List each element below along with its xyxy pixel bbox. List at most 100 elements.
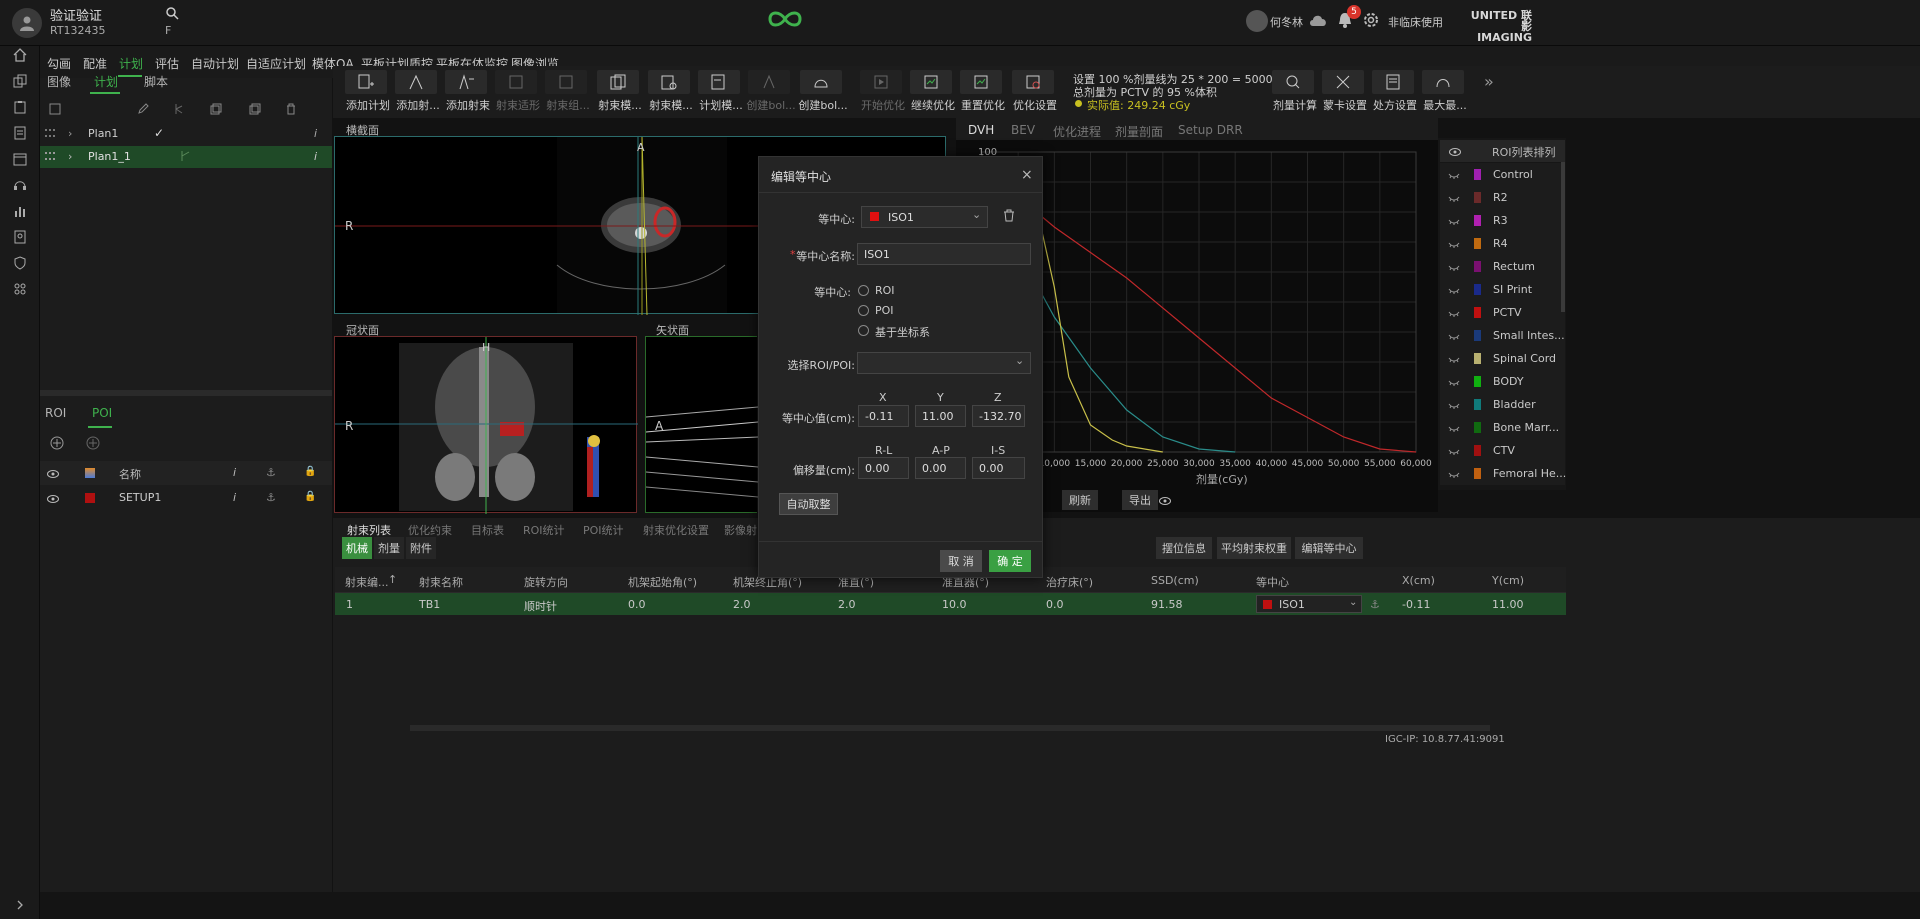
report-icon[interactable] [11, 228, 29, 246]
radio-poi[interactable] [858, 305, 869, 316]
col-ssd[interactable]: SSD(cm) [1151, 574, 1199, 587]
beam-template-button[interactable]: 射束模... [589, 70, 642, 112]
sagittal-viewport[interactable]: A [645, 336, 758, 513]
isocenter-select[interactable]: ISO1 ⌄ [861, 206, 988, 228]
sort-arrow-icon[interactable]: ↑ [388, 573, 397, 586]
avg-beam-weight-button[interactable]: 平均射束权重 [1217, 537, 1291, 559]
shield-icon[interactable] [11, 254, 29, 272]
col-x[interactable]: X(cm) [1402, 574, 1435, 587]
plan-template-button[interactable]: 计划模... [690, 70, 743, 112]
plan-info-icon[interactable]: i [314, 150, 317, 163]
tab-goal-table[interactable]: 目标表 [471, 522, 504, 538]
add-beam-button[interactable]: 添加射束 [437, 70, 490, 112]
roi-list-item[interactable]: R4 [1440, 232, 1565, 255]
roi-list-item[interactable]: PCTV [1440, 301, 1565, 324]
tab-optimize-progress[interactable]: 优化进程 [1053, 123, 1101, 140]
tab-poi-stats[interactable]: POI统计 [583, 522, 624, 538]
eye-closed-icon[interactable] [1448, 192, 1460, 202]
eye-closed-icon[interactable] [1448, 169, 1460, 179]
chevron-right-icon[interactable]: › [68, 150, 72, 163]
monte-carlo-button[interactable]: 蒙卡设置 [1314, 70, 1367, 112]
roi-list-item[interactable]: Femoral He... [1440, 462, 1566, 485]
poi-color-swatch[interactable] [85, 493, 95, 503]
lock-icon[interactable]: 🔒 [304, 491, 316, 502]
delete-trash-icon[interactable] [1003, 209, 1017, 223]
eye-closed-icon[interactable] [1448, 307, 1460, 317]
plan-list-scrollbar[interactable] [40, 390, 332, 396]
dose-calc-button[interactable]: 剂量计算 [1264, 70, 1317, 112]
roi-list-scrollbar[interactable] [1561, 162, 1565, 312]
chevron-down-icon[interactable]: ⌄ [1349, 597, 1357, 608]
roi-color-swatch[interactable] [1474, 261, 1481, 272]
create-bolus-2-button[interactable]: 创建bol... [792, 70, 848, 112]
eye-closed-icon[interactable] [1448, 238, 1460, 248]
roi-color-swatch[interactable] [1474, 353, 1481, 364]
expand-chevron-icon[interactable] [11, 896, 29, 914]
clipboard-icon[interactable] [11, 98, 29, 116]
drag-handle-icon[interactable] [45, 152, 55, 160]
roi-color-swatch[interactable] [1474, 376, 1481, 387]
eye-closed-icon[interactable] [1448, 376, 1460, 386]
subtab-dose[interactable]: 剂量 [374, 537, 404, 559]
eye-icon[interactable] [1449, 146, 1461, 156]
roi-list-item[interactable]: Bone Marr... [1440, 416, 1565, 439]
roi-list-item[interactable]: R2 [1440, 186, 1565, 209]
radio-roi-label[interactable]: ROI [875, 284, 895, 297]
optimize-settings-button[interactable]: 优化设置 [1004, 70, 1057, 112]
col-couch[interactable]: 治疗床(°) [1046, 574, 1093, 590]
tab-image[interactable]: 图像 [47, 73, 71, 90]
eye-closed-icon[interactable] [1448, 330, 1460, 340]
cell-ssd[interactable]: 91.58 [1151, 598, 1183, 611]
x-input[interactable]: -0.11 [858, 405, 909, 427]
roi-color-swatch[interactable] [1474, 422, 1481, 433]
roi-color-swatch[interactable] [1474, 169, 1481, 180]
reset-optimize-button[interactable]: 重置优化 [952, 70, 1005, 112]
radio-coordinate-label[interactable]: 基于坐标系 [875, 324, 930, 340]
menu-delineate[interactable]: 勾画 [47, 55, 71, 72]
col-gantry-start[interactable]: 机架起始角(°) [628, 574, 697, 590]
continue-optimize-button[interactable]: 继续优化 [902, 70, 955, 112]
cell-gantry-start[interactable]: 0.0 [628, 598, 646, 611]
ap-input[interactable]: 0.00 [915, 457, 966, 479]
edit-pencil-icon[interactable] [134, 100, 152, 118]
tab-plan[interactable]: 计划 [94, 73, 118, 90]
roi-color-swatch[interactable] [1474, 330, 1481, 341]
tab-setup-drr[interactable]: Setup DRR [1178, 123, 1243, 137]
bar-chart-icon[interactable] [11, 202, 29, 220]
roi-color-swatch[interactable] [1474, 468, 1481, 479]
tab-bev[interactable]: BEV [1011, 123, 1035, 137]
eye-closed-icon[interactable] [1448, 422, 1460, 432]
bottom-scrollbar[interactable] [410, 725, 1490, 731]
radio-roi[interactable] [858, 285, 869, 296]
y-input[interactable]: 11.00 [915, 405, 966, 427]
cell-rotation[interactable]: 顺时针 [524, 598, 557, 614]
eye-icon[interactable] [1159, 495, 1171, 505]
start-optimize-button[interactable]: 开始优化 [852, 70, 905, 112]
z-input[interactable]: -132.70 [972, 405, 1025, 427]
refresh-button[interactable]: 刷新 [1062, 490, 1098, 510]
roi-list-sort-label[interactable]: ROI列表排列 [1492, 144, 1556, 160]
ok-button[interactable]: 确 定 [989, 550, 1031, 572]
eye-closed-icon[interactable] [1448, 399, 1460, 409]
radio-coordinate[interactable] [858, 325, 869, 336]
cancel-button[interactable]: 取 消 [940, 550, 982, 572]
col-rotation[interactable]: 旋转方向 [524, 574, 568, 590]
isocenter-select[interactable]: ISO1 ⌄ [1256, 595, 1362, 613]
col-isocenter[interactable]: 等中心 [1256, 574, 1289, 590]
menu-auto-plan[interactable]: 自动计划 [191, 55, 239, 72]
copy-icon[interactable] [11, 72, 29, 90]
col-beam-name[interactable]: 射束名称 [419, 574, 463, 590]
roi-color-swatch[interactable] [1474, 445, 1481, 456]
plan-info-icon[interactable]: i [314, 127, 317, 140]
apps-grid-icon[interactable] [11, 280, 29, 298]
roi-list-item[interactable]: SI Print [1440, 278, 1565, 301]
poi-row[interactable]: SETUP1 i ⚓ 🔒 [40, 486, 332, 510]
add-plan-button[interactable]: 添加计划 [337, 70, 390, 112]
plan-row-1[interactable]: › Plan1 ✓ i [40, 123, 332, 145]
tab-beam-opt-settings[interactable]: 射束优化设置 [643, 522, 709, 538]
chevron-right-icon[interactable]: › [68, 127, 72, 140]
max-min-button[interactable]: 最大最... [1414, 70, 1467, 112]
eye-closed-icon[interactable] [1448, 215, 1460, 225]
close-icon[interactable]: × [1021, 167, 1033, 183]
cell-collimator[interactable]: 2.0 [838, 598, 856, 611]
